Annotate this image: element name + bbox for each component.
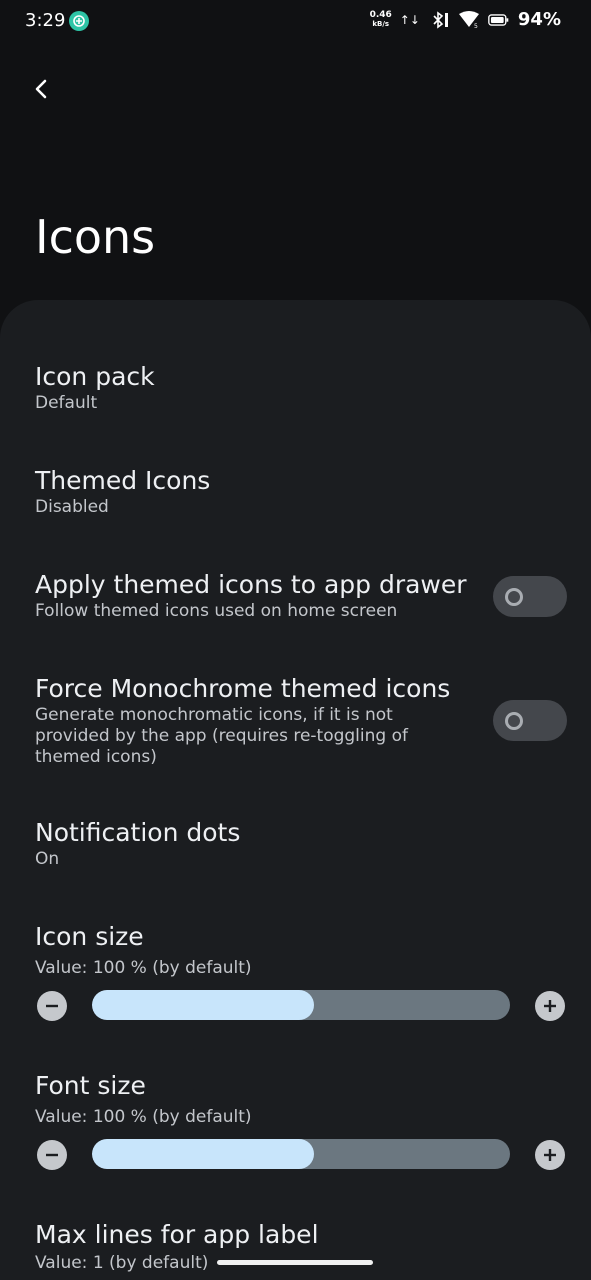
- toggle-knob: [505, 711, 523, 730]
- notification-dots-setting[interactable]: Notification dots On: [35, 817, 567, 870]
- themed-icons-setting[interactable]: Themed Icons Disabled: [35, 465, 567, 518]
- minus-icon: [46, 1004, 58, 1008]
- setting-title: Max lines for app label: [35, 1220, 319, 1249]
- app-notification-icon: [69, 11, 89, 31]
- network-speed-unit: kB/s: [372, 19, 390, 28]
- back-button[interactable]: [24, 72, 58, 106]
- battery-icon: [488, 13, 509, 26]
- setting-value: Value: 100 % (by default): [35, 958, 252, 978]
- slider-fill: [92, 990, 314, 1020]
- data-activity-icon: ↑↓: [399, 12, 420, 27]
- home-gesture-bar[interactable]: [217, 1260, 373, 1265]
- apply-themed-icons-drawer-toggle[interactable]: [493, 576, 567, 617]
- settings-sheet: [0, 300, 591, 1280]
- slider-fill: [92, 1139, 314, 1169]
- network-speed: 0.46 kB/s: [369, 9, 392, 29]
- font-size-increase-button[interactable]: [535, 1140, 565, 1170]
- bluetooth-icon: [433, 10, 448, 29]
- setting-value: On: [35, 849, 60, 869]
- setting-summary: Generate monochromatic icons, if it is n…: [35, 705, 408, 767]
- icon-size-setting: Icon size Value: 100 % (by default): [35, 921, 567, 979]
- max-lines-setting[interactable]: Max lines for app label Value: 1 (by def…: [35, 1219, 567, 1274]
- font-size-decrease-button[interactable]: [37, 1140, 67, 1170]
- network-speed-value: 0.46: [369, 9, 392, 20]
- font-size-slider[interactable]: [92, 1139, 510, 1169]
- setting-title: Notification dots: [35, 818, 241, 847]
- setting-title: Icon pack: [35, 362, 155, 391]
- page-title: Icons: [35, 210, 156, 264]
- icon-size-slider-row: [37, 990, 567, 1022]
- force-monochrome-setting[interactable]: Force Monochrome themed icons Generate m…: [35, 673, 567, 768]
- minus-icon: [46, 1153, 58, 1157]
- setting-summary: Follow themed icons used on home screen: [35, 601, 398, 621]
- chevron-left-icon: [35, 79, 47, 99]
- status-time: 3:29: [25, 10, 66, 31]
- setting-value: Default: [35, 393, 98, 413]
- apply-themed-icons-drawer-setting[interactable]: Apply themed icons to app drawer Follow …: [35, 569, 567, 622]
- icon-pack-setting[interactable]: Icon pack Default: [35, 361, 567, 414]
- setting-title: Font size: [35, 1071, 146, 1100]
- icon-size-slider[interactable]: [92, 990, 510, 1020]
- force-monochrome-toggle[interactable]: [493, 700, 567, 741]
- icon-size-decrease-button[interactable]: [37, 991, 67, 1021]
- battery-percent: 94%: [517, 9, 561, 30]
- toggle-knob: [505, 587, 523, 606]
- plus-icon: [544, 1000, 556, 1012]
- setting-value: Value: 100 % (by default): [35, 1107, 252, 1127]
- plus-icon: [544, 1149, 556, 1161]
- setting-title: Icon size: [35, 922, 144, 951]
- font-size-slider-row: [37, 1139, 567, 1171]
- setting-title: Apply themed icons to app drawer: [35, 570, 467, 599]
- setting-title: Themed Icons: [35, 466, 211, 495]
- font-size-setting: Font size Value: 100 % (by default): [35, 1070, 567, 1128]
- setting-title: Force Monochrome themed icons: [35, 674, 451, 703]
- wifi-icon: 5: [458, 10, 479, 29]
- svg-text:5: 5: [474, 23, 478, 29]
- icon-size-increase-button[interactable]: [535, 991, 565, 1021]
- status-bar: 3:29 0.46 kB/s ↑↓ 5 94%: [0, 0, 591, 44]
- setting-value: Disabled: [35, 497, 109, 517]
